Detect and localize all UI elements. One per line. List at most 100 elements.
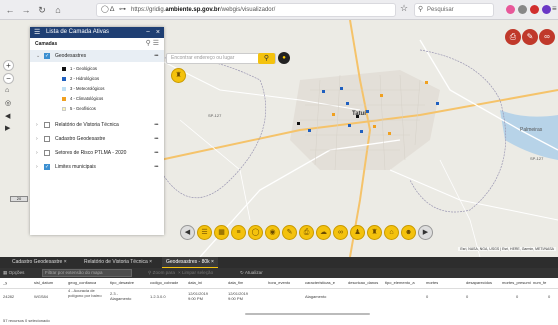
column-header[interactable]: tipo_desastre <box>110 278 134 288</box>
legend-label: 3 - Meteorológicos <box>70 86 105 91</box>
map-search-button[interactable]: ⚲ <box>258 53 275 64</box>
tracking-icon[interactable]: ∆ <box>110 4 114 16</box>
shield-icon[interactable]: ◯ <box>101 4 109 16</box>
column-header[interactable]: geog_confianca <box>68 278 96 288</box>
column-header[interactable]: hora_evento <box>268 278 290 288</box>
horizontal-scrollbar[interactable] <box>245 313 370 315</box>
close-icon[interactable]: × <box>149 259 152 265</box>
draw-icon[interactable]: ✎ <box>282 225 297 240</box>
edit-button[interactable]: ✎ <box>522 29 538 45</box>
more-icon[interactable]: ••• <box>154 133 158 145</box>
account-icon[interactable] <box>542 5 551 14</box>
map-search-placeholder: Encontrar endereço ou lugar <box>171 55 235 61</box>
share-button[interactable]: ∞ <box>539 29 555 45</box>
table-cell: 4 - Acuracia de polígono por bairro <box>68 288 102 298</box>
zoom-to-button[interactable]: ⚲ Zoom para <box>148 268 175 278</box>
options-label: Opções <box>8 270 25 275</box>
person-icon[interactable]: ☻ <box>401 225 416 240</box>
building-icon[interactable]: ♜ <box>367 225 382 240</box>
zoom-out-button[interactable]: − <box>3 73 14 84</box>
layer-checkbox[interactable] <box>44 122 50 128</box>
bookmark-star-icon[interactable]: ☆ <box>400 3 408 14</box>
column-header[interactable]: _y <box>3 278 7 288</box>
refresh-button[interactable]: ↻ Atualizar <box>240 268 263 278</box>
close-icon[interactable]: × <box>156 27 160 38</box>
layer-row-cadastro[interactable]: › Cadastro Geodesastre ••• <box>30 133 164 145</box>
layer-checkbox[interactable] <box>44 136 50 142</box>
column-header[interactable]: descricao_danos <box>348 278 384 288</box>
eye-icon[interactable]: ● <box>278 52 290 64</box>
tab-vistoria[interactable]: Relatório de Vistoria Técnica × <box>80 257 156 268</box>
back-icon[interactable]: ← <box>3 3 17 17</box>
layer-label: Geodesastres <box>55 53 87 59</box>
back-extent-icon[interactable]: ◀ <box>5 112 10 120</box>
table-cell: Alagamento <box>305 294 327 299</box>
tab-cadastro[interactable]: Cadastro Geodesastre × <box>8 257 71 268</box>
layer-checkbox[interactable]: ✓ <box>44 164 50 170</box>
reload-icon[interactable]: ↻ <box>35 3 49 17</box>
locate-icon[interactable]: ◎ <box>5 99 11 107</box>
column-header[interactable]: data_ini <box>188 278 202 288</box>
chevron-right-icon[interactable]: › <box>36 119 38 131</box>
close-icon[interactable]: × <box>211 259 214 265</box>
share-icon[interactable]: ∞ <box>333 225 348 240</box>
minimize-icon[interactable]: − <box>146 27 150 38</box>
column-header[interactable]: sisl_datum <box>34 278 53 288</box>
more-icon[interactable]: ••• <box>154 147 158 159</box>
chevron-right-icon[interactable]: › <box>36 147 38 159</box>
zoom-in-button[interactable]: + <box>3 60 14 71</box>
more-icon[interactable]: ••• <box>154 119 158 131</box>
menu-icon[interactable]: ≡ <box>552 4 557 13</box>
close-icon[interactable]: × <box>64 259 67 265</box>
layer-label: Relatório de Vistoria Técnica <box>55 122 119 128</box>
column-header[interactable]: tipo_elemento_a <box>385 278 425 288</box>
layer-checkbox[interactable]: ✓ <box>44 53 50 59</box>
layer-row-setores[interactable]: › Setores de Risco PTLMA - 2020 ••• <box>30 147 164 159</box>
column-header[interactable]: mortes <box>426 278 438 288</box>
warning-marker[interactable]: ♜ <box>171 68 186 83</box>
print-icon[interactable]: ⎙ <box>299 225 314 240</box>
cloud-icon[interactable]: ☁ <box>316 225 331 240</box>
search-filter-icons[interactable]: ⚲ ☰ <box>146 38 159 50</box>
browser-search-input[interactable]: ⚲ Pesquisar <box>414 3 494 17</box>
pocket-icon[interactable] <box>506 5 515 14</box>
home-icon[interactable]: ⌂ <box>51 3 65 17</box>
home-map-icon[interactable]: ⌂ <box>5 87 9 94</box>
layer-checkbox[interactable] <box>44 150 50 156</box>
layer-row-vistoria[interactable]: › Relatório de Vistoria Técnica ••• <box>30 119 164 131</box>
legend-swatch <box>62 77 66 81</box>
basemap-icon[interactable]: ▦ <box>214 225 229 240</box>
chevron-right-icon[interactable]: › <box>36 133 38 145</box>
chevron-down-icon[interactable]: ⌄ <box>36 50 40 62</box>
clear-selection-button[interactable]: × Limpar seleção <box>178 268 213 278</box>
chevron-right-icon[interactable]: › <box>36 161 38 173</box>
column-header[interactable]: data_fim <box>228 278 243 288</box>
location-icon[interactable]: ◉ <box>265 225 280 240</box>
arrow-left-icon[interactable]: ◀ <box>180 225 195 240</box>
layer-row-limites[interactable]: › ✓ Limites municipais ••• <box>30 161 164 173</box>
tab-geodesastres[interactable]: Geodesastres - 80k × <box>162 257 218 268</box>
column-header[interactable]: codigo_cobrade <box>150 278 178 288</box>
list-icon[interactable]: ≡ <box>231 225 246 240</box>
arrow-right-icon[interactable]: ▶ <box>418 225 433 240</box>
forward-extent-icon[interactable]: ▶ <box>5 124 10 132</box>
layers-icon[interactable]: ☰ <box>197 225 212 240</box>
home-map-icon[interactable]: ⌂ <box>384 225 399 240</box>
measure-icon[interactable]: ◯ <box>248 225 263 240</box>
layer-row-geodesastres[interactable]: ⌄ ✓ Geodesastres ••• <box>30 50 164 62</box>
download-icon[interactable] <box>518 5 527 14</box>
column-header[interactable]: mortes_presumi <box>502 278 532 288</box>
address-bar[interactable]: ◯ ∆ ⊶ https://gridig.ambiente.sp.gov.br/… <box>96 3 396 17</box>
print-button[interactable]: ⎙ <box>505 29 521 45</box>
column-header[interactable]: num_fe <box>533 278 558 288</box>
options-button[interactable]: ▦ Opções <box>3 268 24 278</box>
extension-icon[interactable] <box>530 5 539 14</box>
more-icon[interactable]: ••• <box>154 50 158 62</box>
more-icon[interactable]: ••• <box>154 161 158 173</box>
forward-icon[interactable]: → <box>19 3 33 17</box>
people-icon[interactable]: ♟ <box>350 225 365 240</box>
column-header[interactable]: caracteristicas_e <box>305 278 347 288</box>
filter-extent-button[interactable]: Filtrar por extensão do mapa <box>42 269 132 277</box>
lock-icon[interactable]: ⊶ <box>119 4 126 16</box>
column-header[interactable]: desaparecidos <box>466 278 492 288</box>
